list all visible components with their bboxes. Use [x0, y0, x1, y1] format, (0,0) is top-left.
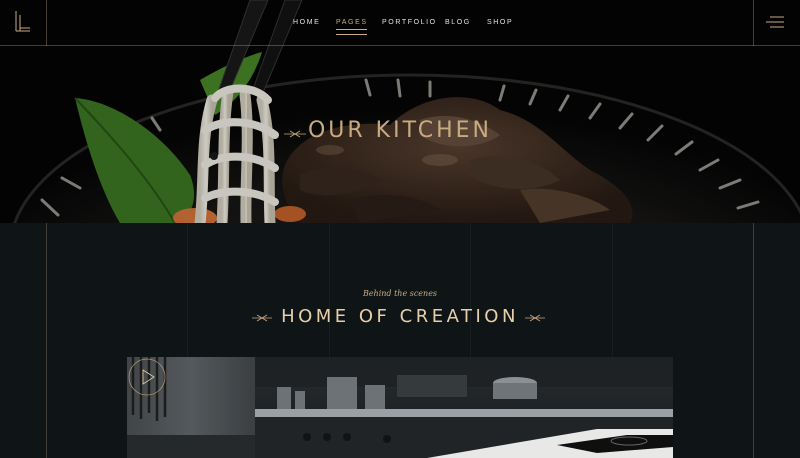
ornament-icon	[252, 314, 272, 322]
play-icon[interactable]	[127, 357, 167, 397]
nav-item-pages[interactable]: PAGES	[336, 19, 368, 35]
ornament-icon	[284, 130, 306, 138]
section-title: HOME OF CREATION	[281, 306, 519, 327]
section-subtitle: Behind the scenes	[362, 289, 438, 298]
nav-item-shop[interactable]: SHOP	[487, 19, 513, 26]
hero-title: OUR KITCHEN	[307, 118, 493, 143]
nav-item-home[interactable]: HOME	[293, 19, 320, 26]
kitchen-video[interactable]	[127, 357, 673, 458]
site-header: HOME PAGES PORTFOLIO BLOG SHOP	[0, 0, 800, 46]
nav-item-blog[interactable]: BLOG	[445, 19, 471, 26]
hamburger-menu-icon[interactable]	[766, 15, 784, 29]
hero-banner: HOME PAGES PORTFOLIO BLOG SHOP OUR KITCH…	[0, 0, 800, 223]
nav-item-portfolio[interactable]: PORTFOLIO	[382, 19, 437, 26]
content-section: Behind the scenes HOME OF CREATION	[0, 223, 800, 458]
ornament-icon	[525, 314, 545, 322]
hero-title-block: OUR KITCHEN	[0, 118, 800, 148]
grid-line	[753, 223, 754, 458]
section-title-block: HOME OF CREATION	[0, 306, 800, 330]
grid-line	[46, 223, 47, 458]
main-nav: HOME PAGES PORTFOLIO BLOG SHOP	[0, 19, 800, 35]
kitchen-image	[127, 357, 673, 458]
